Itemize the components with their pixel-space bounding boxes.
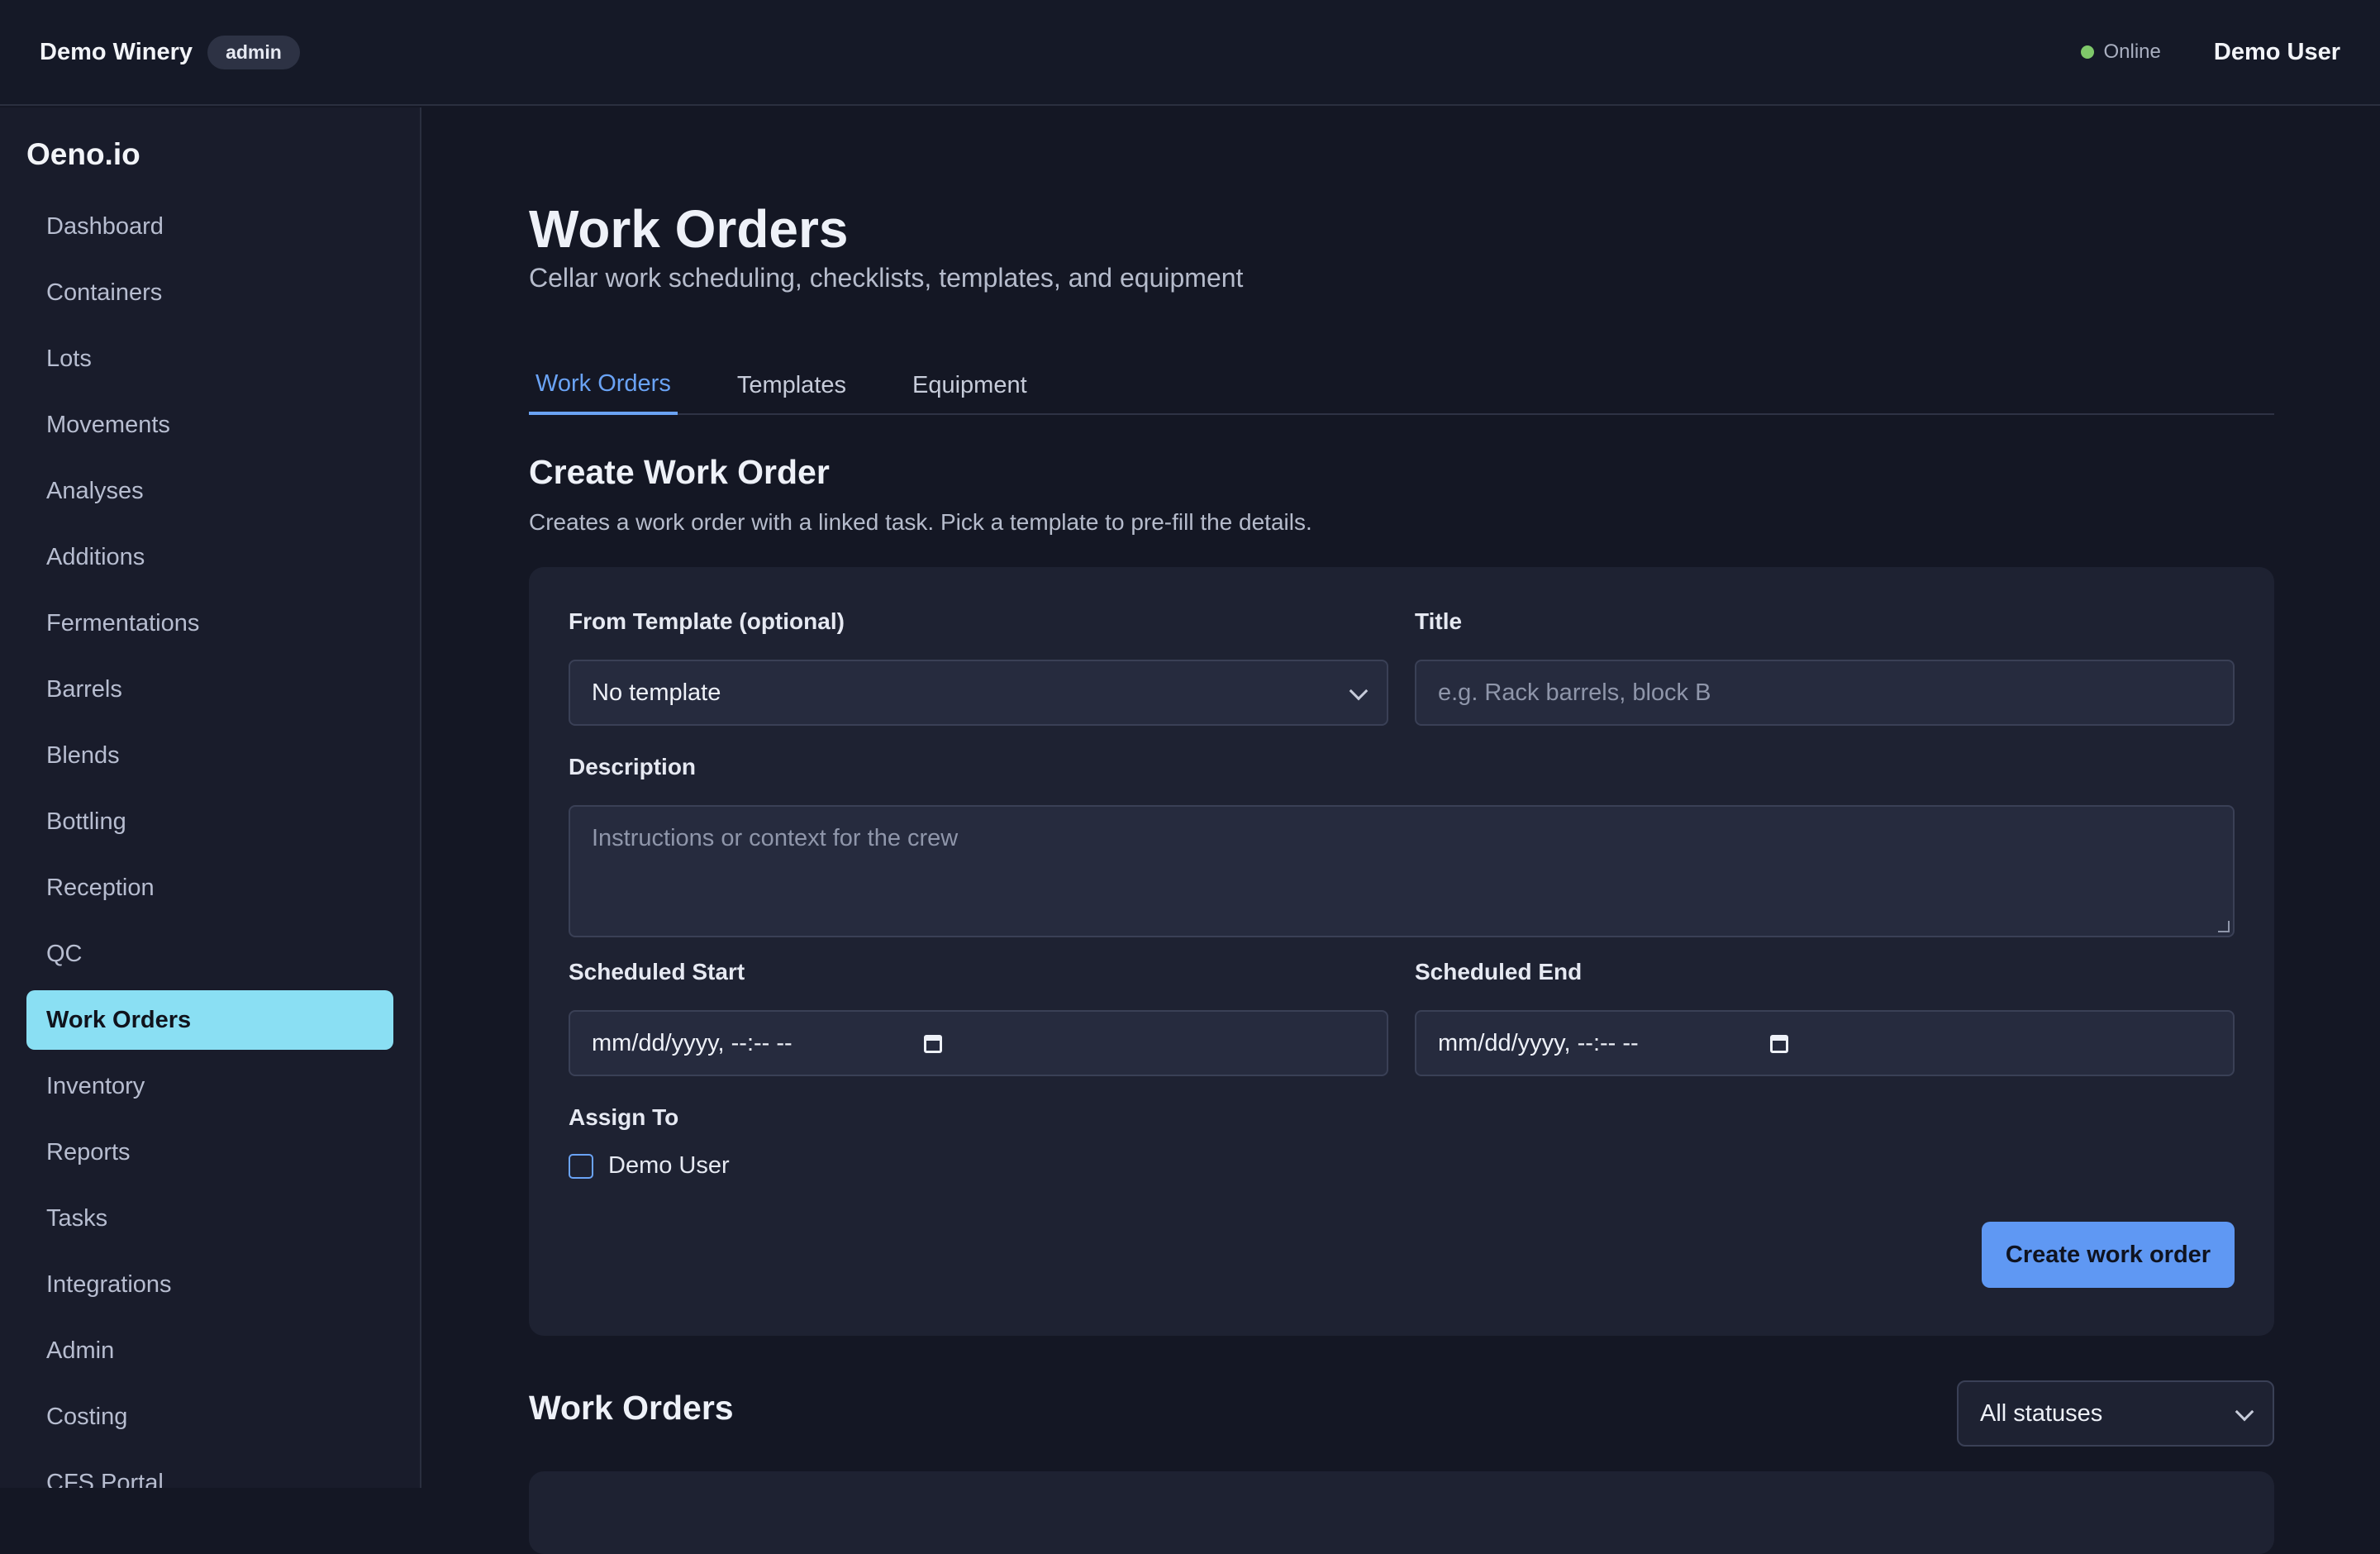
create-section-title: Create Work Order [529, 453, 830, 491]
user-info: Online Demo User [2080, 39, 2340, 66]
sidebar-item-fermentations[interactable]: Fermentations [26, 593, 393, 653]
sidebar-item-inventory[interactable]: Inventory [26, 1056, 393, 1116]
role-badge: admin [207, 35, 300, 69]
sidebar-item-barrels[interactable]: Barrels [26, 660, 393, 719]
tab-equipment[interactable]: Equipment [906, 355, 1034, 415]
assignee-checkbox[interactable] [569, 1154, 593, 1179]
connection-status: Online [2080, 41, 2161, 64]
create-work-order-form: From Template (optional) No template Tit… [529, 567, 2274, 1336]
sidebar-item-qc[interactable]: QC [26, 924, 393, 984]
sidebar-item-reports[interactable]: Reports [26, 1123, 393, 1182]
sidebar-item-movements[interactable]: Movements [26, 395, 393, 455]
tab-work-orders[interactable]: Work Orders [529, 355, 678, 415]
work-orders-list [529, 1471, 2274, 1554]
sidebar-item-dashboard[interactable]: Dashboard [26, 197, 393, 256]
page-title: Work Orders [529, 199, 849, 259]
scheduled-end-input[interactable]: mm/dd/yyyy, --:-- -- [1415, 1010, 2235, 1076]
sidebar-item-lots[interactable]: Lots [26, 329, 393, 388]
sidebar-item-cfs-portal[interactable]: CFS Portal [26, 1453, 393, 1489]
sidebar-item-costing[interactable]: Costing [26, 1387, 393, 1447]
calendar-icon[interactable] [1770, 1035, 1788, 1053]
org-name: Demo Winery [40, 38, 193, 65]
sidebar-item-analyses[interactable]: Analyses [26, 461, 393, 521]
template-select-value: No template [592, 679, 721, 706]
title-label: Title [1415, 608, 1463, 634]
scheduled-start-label: Scheduled Start [569, 959, 745, 984]
sidebar-item-blends[interactable]: Blends [26, 726, 393, 785]
sidebar-item-admin[interactable]: Admin [26, 1321, 393, 1380]
sidebar-item-integrations[interactable]: Integrations [26, 1255, 393, 1314]
sidebar: Oeno.io Dashboard Containers Lots Moveme… [0, 107, 421, 1488]
template-select[interactable]: No template [569, 660, 1388, 726]
description-label: Description [569, 754, 697, 779]
assign-to-label: Assign To [569, 1104, 679, 1130]
org-info: Demo Winery admin [40, 35, 300, 69]
sidebar-item-work-orders[interactable]: Work Orders [26, 990, 393, 1050]
create-work-order-button[interactable]: Create work order [1982, 1222, 2235, 1288]
top-bar: Demo Winery admin Online Demo User [0, 0, 2380, 106]
scheduled-start-input[interactable]: mm/dd/yyyy, --:-- -- [569, 1010, 1388, 1076]
scheduled-start-value: mm/dd/yyyy, --:-- -- [592, 1029, 793, 1056]
sidebar-item-reception[interactable]: Reception [26, 858, 393, 918]
resize-handle-icon[interactable] [2218, 921, 2230, 932]
tab-bar: Work Orders Templates Equipment [529, 355, 2274, 415]
title-input-placeholder: e.g. Rack barrels, block B [1438, 679, 1711, 706]
brand-logo[interactable]: Oeno.io [26, 137, 393, 172]
sidebar-item-additions[interactable]: Additions [26, 527, 393, 587]
user-menu[interactable]: Demo User [2214, 39, 2340, 66]
chevron-down-icon [2235, 1402, 2254, 1422]
scheduled-end-label: Scheduled End [1415, 959, 1583, 984]
assignee-label[interactable]: Demo User [608, 1152, 730, 1180]
template-label: From Template (optional) [569, 608, 845, 634]
calendar-icon[interactable] [924, 1035, 942, 1053]
sidebar-item-tasks[interactable]: Tasks [26, 1189, 393, 1248]
page-subtitle: Cellar work scheduling, checklists, temp… [529, 263, 1244, 293]
status-filter-value: All statuses [1980, 1399, 2103, 1427]
status-dot-icon [2080, 45, 2094, 59]
create-section-description: Creates a work order with a linked task.… [529, 509, 1312, 535]
work-orders-list-title: Work Orders [529, 1389, 734, 1427]
title-input[interactable]: e.g. Rack barrels, block B [1415, 660, 2235, 726]
status-filter-select[interactable]: All statuses [1957, 1380, 2274, 1447]
description-textarea-placeholder: Instructions or context for the crew [592, 825, 959, 851]
description-textarea[interactable]: Instructions or context for the crew [569, 805, 2235, 937]
status-text: Online [2103, 41, 2161, 63]
chevron-down-icon [1349, 681, 1368, 701]
scheduled-end-value: mm/dd/yyyy, --:-- -- [1438, 1029, 1639, 1056]
sidebar-item-containers[interactable]: Containers [26, 263, 393, 322]
sidebar-item-bottling[interactable]: Bottling [26, 792, 393, 851]
tab-templates[interactable]: Templates [731, 355, 853, 415]
